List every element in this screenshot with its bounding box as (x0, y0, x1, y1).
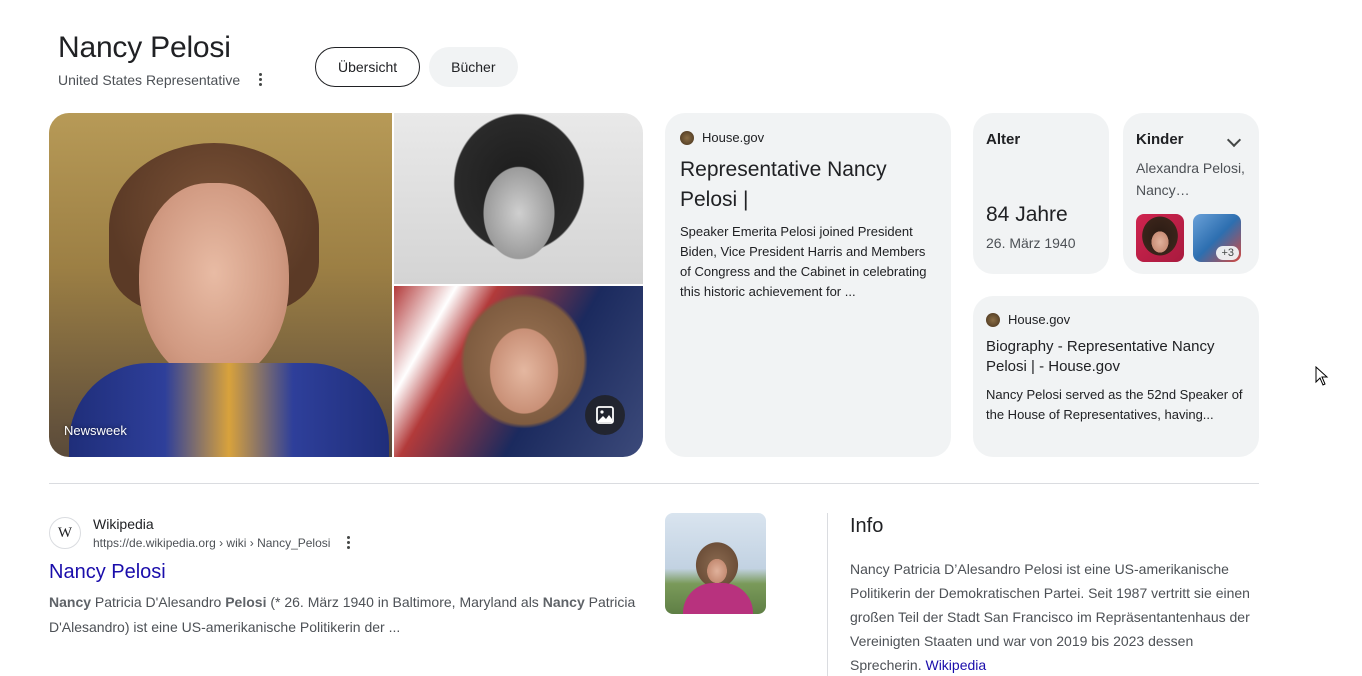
result-thumbnail[interactable] (665, 513, 766, 614)
source-row: House.gov (680, 130, 936, 145)
entity-header: Nancy Pelosi United States Representativ… (58, 30, 268, 88)
search-result-wikipedia: W Wikipedia https://de.wikipedia.org › w… (49, 514, 649, 640)
snippet-bold: Nancy (49, 594, 92, 610)
source-name: House.gov (1008, 312, 1071, 327)
image-icon[interactable] (585, 395, 625, 435)
info-source-link[interactable]: Wikipedia (925, 657, 986, 673)
more-vert-icon[interactable] (340, 535, 356, 551)
result-header[interactable]: W Wikipedia https://de.wikipedia.org › w… (49, 514, 649, 552)
snippet-text: Patricia D'Alesandro (91, 594, 226, 610)
source-card-title[interactable]: Biography - Representative Nancy Pelosi … (986, 337, 1246, 377)
tab-overview[interactable]: Übersicht (315, 47, 421, 87)
info-heading: Info (850, 515, 884, 537)
main-portrait-image[interactable]: Newsweek (49, 113, 392, 457)
result-snippet: Nancy Patricia D'Alesandro Pelosi (* 26.… (49, 590, 649, 640)
tab-bar: Übersicht Bücher (315, 47, 518, 87)
portrait-jacket (69, 363, 389, 457)
vertical-divider (827, 513, 828, 676)
historic-portrait-image[interactable] (394, 113, 643, 284)
site-url: https://de.wikipedia.org › wiki › Nancy_… (93, 536, 331, 550)
child-thumbnail[interactable] (1136, 214, 1184, 262)
birthdate: 26. März 1940 (986, 235, 1076, 251)
info-panel: Info Nancy Patricia D’Alesandro Pelosi i… (850, 514, 1250, 676)
source-row: House.gov (986, 312, 1246, 327)
source-card-biography[interactable]: House.gov Biography - Representative Nan… (973, 296, 1259, 457)
image-gallery: Newsweek (49, 113, 643, 457)
house-seal-icon (986, 312, 1000, 327)
source-card-description: Speaker Emerita Pelosi joined President … (680, 224, 927, 299)
tab-books[interactable]: Bücher (429, 47, 518, 87)
age-card[interactable]: Alter 84 Jahre 26. März 1940 (973, 113, 1109, 274)
snippet-bold: Pelosi (225, 594, 267, 610)
more-vert-icon[interactable] (252, 72, 268, 88)
site-name: Wikipedia (93, 516, 154, 532)
image-caption: Newsweek (64, 423, 127, 438)
info-text: Nancy Patricia D’Alesandro Pelosi ist ei… (850, 561, 1250, 673)
site-info: Wikipedia https://de.wikipedia.org › wik… (93, 514, 356, 552)
site-url-row: https://de.wikipedia.org › wiki › Nancy_… (93, 534, 356, 552)
source-card-title[interactable]: Representative Nancy Pelosi | (680, 155, 936, 215)
entity-subtitle: United States Representative (58, 72, 241, 88)
info-text-block: Nancy Patricia D’Alesandro Pelosi ist ei… (850, 557, 1250, 676)
snippet-text: (* 26. März 1940 in Baltimore, Maryland … (266, 594, 543, 610)
children-names: Alexandra Pelosi, Nancy… (1136, 160, 1245, 198)
entity-subtitle-row: United States Representative (58, 72, 268, 88)
age-value: 84 Jahre (986, 203, 1068, 226)
child-thumbnail[interactable]: +3 (1193, 214, 1241, 262)
source-card-description: Nancy Pelosi served as the 52nd Speaker … (986, 387, 1243, 422)
source-card-housegov[interactable]: House.gov Representative Nancy Pelosi | … (665, 113, 951, 457)
result-title-link[interactable]: Nancy Pelosi (49, 559, 166, 585)
children-card[interactable]: Kinder Alexandra Pelosi, Nancy… +3 (1123, 113, 1259, 274)
portrait-face (139, 183, 289, 383)
thumbnail-coat (683, 583, 753, 614)
house-seal-icon (680, 130, 694, 145)
more-count-badge: +3 (1216, 246, 1239, 260)
wikipedia-favicon-icon: W (49, 517, 81, 549)
section-divider (49, 483, 1259, 484)
flag-portrait-image[interactable] (394, 286, 643, 457)
age-label: Alter (986, 131, 1021, 148)
snippet-bold: Nancy (542, 594, 585, 610)
children-thumbnails: +3 (1136, 214, 1241, 262)
source-name: House.gov (702, 130, 765, 145)
mouse-cursor-icon (1315, 366, 1329, 386)
entity-title: Nancy Pelosi (58, 31, 231, 64)
